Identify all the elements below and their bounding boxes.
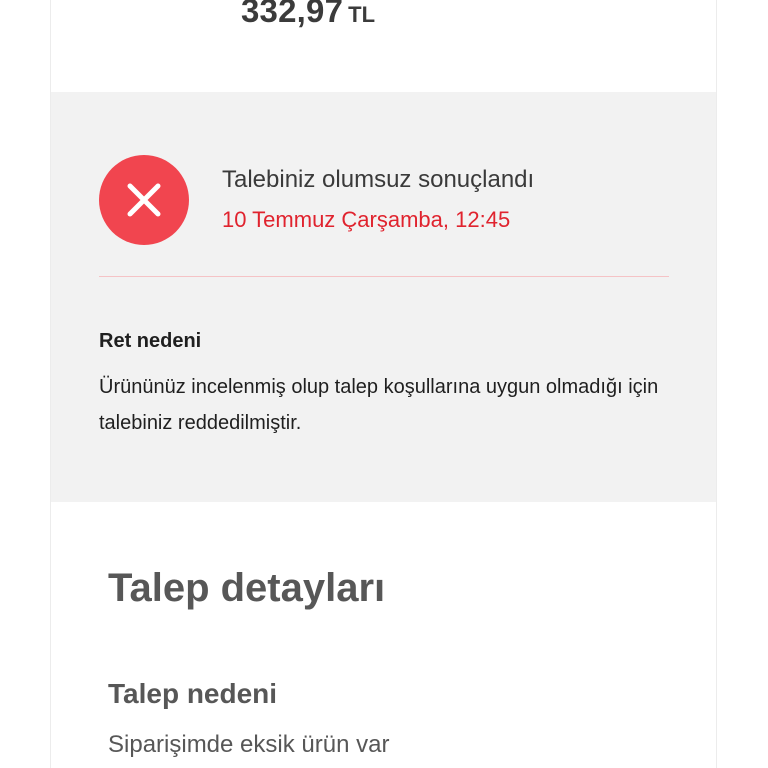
request-card: 332,97 TL Talebiniz olumsuz sonuçlandı 10… [50,0,717,768]
order-price: 332,97 TL [241,0,375,30]
price-amount: 332,97 [241,0,344,29]
status-panel: Talebiniz olumsuz sonuçlandı 10 Temmuz Ç… [51,92,716,502]
status-title: Talebiniz olumsuz sonuçlandı [222,166,535,193]
page: 332,97 TL Talebiniz olumsuz sonuçlandı 10… [0,0,768,768]
divider [99,276,669,277]
request-details-section: Talep detayları Talep nedeni Siparişimde… [51,502,716,768]
request-reason-value: Siparişimde eksik ürün var [108,731,390,758]
details-title: Talep detayları [108,566,386,610]
request-reason-label: Talep nedeni [108,678,278,709]
status-date: 10 Temmuz Çarşamba, 12:45 [222,207,511,232]
price-section: 332,97 TL [51,0,716,92]
price-currency: TL [348,2,376,27]
close-icon [99,155,189,245]
rejection-reason-label: Ret nedeni [99,330,202,352]
rejection-reason-text: Ürününüz incelenmiş olup talep koşulları… [99,376,659,434]
close-icon-glyph [127,183,161,217]
